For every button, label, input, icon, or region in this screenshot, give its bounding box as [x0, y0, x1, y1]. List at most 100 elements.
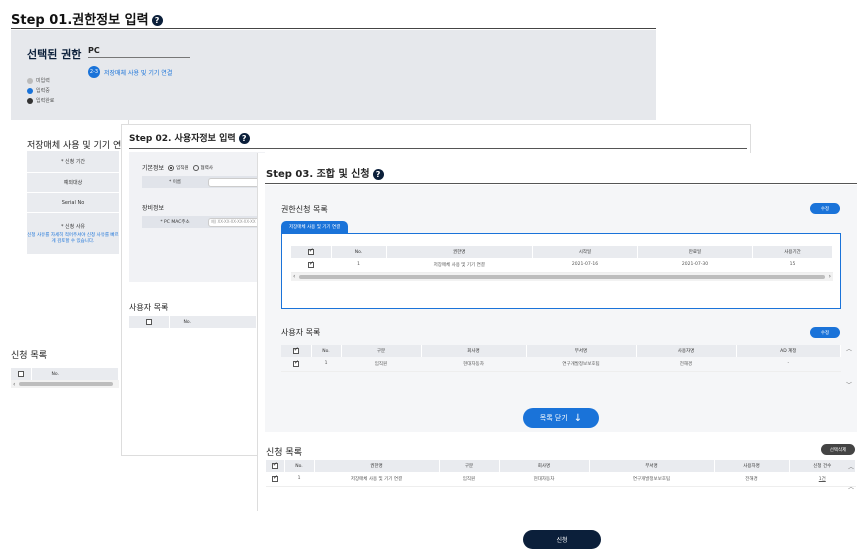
step1-form-labels: * 신청 기간 예외대상 Serial No * 신청 사유 신청 사유를 자세… [27, 151, 119, 255]
checkbox[interactable] [307, 247, 314, 255]
step3-title: Step 03. 조합 및 신청? [266, 165, 384, 180]
legend-in-progress: 입력중 [27, 87, 50, 94]
checkbox[interactable] [145, 318, 152, 325]
name-input[interactable] [208, 177, 260, 187]
col-no: No. [311, 345, 342, 357]
request-count-link[interactable]: 1건 [789, 472, 856, 487]
table-row[interactable]: 1 저장매체 사용 및 기기 연결 2021-07-16 2021-07-30 … [291, 258, 833, 273]
cell-ad-account: - [736, 357, 841, 372]
scroll-thumb[interactable] [19, 382, 113, 386]
user-list-table: No. [129, 316, 257, 328]
chevron-up-icon[interactable]: ︿ [846, 344, 852, 353]
cell-permission-name: 저장매체 사용 및 기기 연결 [314, 472, 439, 487]
form-label-period: * 신청 기간 [27, 151, 119, 173]
checkbox[interactable] [271, 461, 278, 469]
radio-partner[interactable] [192, 164, 199, 171]
edit-user-button[interactable]: 수정 [810, 327, 840, 338]
radio-employee[interactable] [168, 164, 175, 171]
chevron-right-icon[interactable]: › [829, 273, 831, 280]
checkbox[interactable] [17, 370, 24, 377]
checkbox[interactable] [292, 346, 299, 354]
selected-permission-value: PC [88, 46, 190, 58]
mac-input[interactable]: 예) XX-XX-XX-XX-XX-XX [208, 217, 260, 227]
form-label-reason: * 신청 사유 신청 사유를 자세히 적어주셔야 신청 사유를 빠르게 검토할 … [27, 213, 119, 255]
name-label: * 이름 [169, 180, 181, 185]
chevron-up-icon[interactable]: ︿ [848, 462, 854, 471]
col-department: 부서명 [589, 460, 715, 472]
cell-permission-name: 저장매체 사용 및 기기 연결 [386, 258, 533, 273]
col-user-name: 사용자명 [636, 345, 737, 357]
header-checkbox[interactable] [11, 368, 32, 380]
row-checkbox[interactable] [272, 474, 278, 482]
cell-start-date: 2021-07-16 [532, 258, 638, 273]
divider [11, 28, 656, 29]
gray-dot-icon [27, 77, 33, 84]
legend-complete: 입력완료 [27, 97, 54, 104]
form-label-serial: Serial No [27, 193, 119, 213]
close-list-label: 목록 닫기 [539, 414, 568, 422]
col-department: 부서명 [526, 345, 637, 357]
cell-no: 1 [284, 472, 314, 487]
close-list-button[interactable]: 목록 닫기 ↓ [523, 408, 599, 428]
arrow-down-icon: ↓ [573, 412, 583, 424]
mac-field-row: * PC MAC주소 예) XX-XX-XX-XX-XX-XX [142, 216, 262, 228]
name-field-row: * 이름 [142, 176, 262, 188]
step-indicator[interactable]: 2-3 저장매체 사용 및 기기 연결 [88, 66, 172, 78]
cell-company: 현대자동차 [421, 357, 526, 372]
edit-permission-button[interactable]: 수정 [810, 203, 840, 214]
step1-title: Step 01.권한정보 입력? [11, 9, 163, 28]
divider [265, 183, 857, 184]
row-checkbox[interactable] [293, 359, 299, 367]
header-checkbox[interactable] [281, 345, 312, 357]
delete-selected-button[interactable]: 선택삭제 [821, 444, 855, 455]
col-duration: 사용기간 [752, 246, 833, 258]
user-list-title: 사용자 목록 [281, 328, 321, 337]
cell-department: 연구개발정보보호팀 [589, 472, 714, 487]
horizontal-scrollbar[interactable]: ‹ [11, 380, 119, 388]
col-no: No. [331, 246, 387, 258]
dark-dot-icon [27, 97, 33, 104]
selected-permission-label: 선택된 권한 [27, 48, 82, 61]
submit-button[interactable]: 신청 [523, 530, 601, 549]
step-number-badge: 2-3 [88, 66, 100, 78]
chevron-left-icon[interactable]: ‹ [293, 273, 295, 280]
blue-dot-icon [27, 87, 33, 94]
col-user-name: 사용자명 [714, 460, 790, 472]
row-checkbox[interactable] [308, 260, 314, 268]
col-ad-account: AD 계정 [736, 345, 841, 357]
chevron-up-icon[interactable]: ︿ [848, 482, 854, 491]
mac-label: * PC MAC주소 [160, 220, 190, 225]
basic-info-row: 기본정보 임직원 협력사 [142, 164, 213, 172]
header-checkbox[interactable] [129, 316, 170, 328]
col-end-date: 만료일 [637, 246, 753, 258]
cell-type: 임직원 [341, 357, 421, 372]
divider [129, 148, 747, 149]
tab-storage-device[interactable]: 저장매체 사용 및 기기 연결 [281, 221, 349, 233]
col-company: 회사명 [499, 460, 590, 472]
scroll-thumb[interactable] [299, 274, 825, 279]
horizontal-scrollbar[interactable]: ‹ › [291, 272, 833, 281]
user-table: No. 구분 회사명 부서명 사용자명 AD 계정 1 임직원 현대자동차 연구… [281, 345, 841, 372]
reason-note: 신청 사유를 자세히 적어주셔야 신청 사유를 빠르게 검토할 수 있습니다. [27, 232, 119, 244]
step2-title: Step 02. 사용자정보 입력? [129, 131, 250, 144]
help-icon[interactable]: ? [151, 15, 163, 26]
form-label-exception: 예외대상 [27, 173, 119, 193]
table-row[interactable]: 1 저장매체 사용 및 기기 연결 임직원 현대자동차 연구개발정보보호팀 전해… [266, 472, 856, 487]
help-icon[interactable]: ? [372, 168, 384, 180]
table-row[interactable]: 1 임직원 현대자동차 연구개발정보보호팀 전해경 - [281, 357, 841, 372]
help-icon[interactable]: ? [238, 133, 250, 144]
chevron-left-icon[interactable]: ‹ [13, 381, 15, 388]
chevron-down-icon[interactable]: ﹀ [846, 380, 852, 389]
cell-type: 임직원 [439, 472, 499, 487]
col-type: 구분 [439, 460, 500, 472]
header-checkbox[interactable] [291, 246, 332, 258]
col-company: 회사명 [421, 345, 527, 357]
cell-end-date: 2021-07-30 [637, 258, 753, 273]
user-list-title: 사용자 목록 [129, 303, 169, 312]
cell-company: 현대자동차 [499, 472, 589, 487]
col-start-date: 시작일 [532, 246, 638, 258]
request-list-title: 신청 목록 [266, 448, 302, 458]
cell-user-name: 전해경 [636, 357, 736, 372]
header-checkbox[interactable] [266, 460, 285, 472]
col-permission-name: 권한명 [314, 460, 440, 472]
